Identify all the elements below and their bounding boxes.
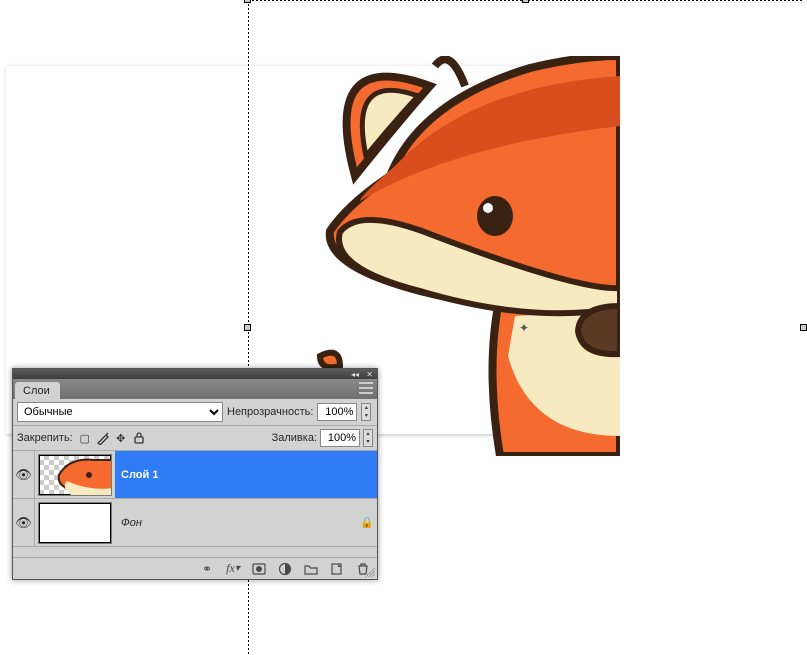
- fx-icon[interactable]: fx▾: [225, 561, 241, 577]
- layer-row[interactable]: 👁 Слой 1: [13, 451, 377, 499]
- opacity-input[interactable]: [317, 403, 357, 421]
- layer-thumbnail[interactable]: [38, 454, 112, 496]
- adjustment-icon[interactable]: [277, 561, 293, 577]
- panel-close-icon[interactable]: ✕: [366, 370, 373, 379]
- layers-list: 👁 Слой 1 👁 Фон 🔒: [13, 451, 377, 557]
- blend-mode-select[interactable]: Обычные: [17, 402, 223, 422]
- panel-collapse-icon[interactable]: ◂◂: [351, 370, 359, 379]
- new-layer-icon[interactable]: [329, 561, 345, 577]
- lock-transparency-icon[interactable]: ▢: [78, 431, 92, 445]
- eye-icon: 👁: [15, 515, 32, 531]
- lock-fill-row: Закрепить: ▢ ✥ Заливка: ▴▾: [13, 426, 377, 451]
- panel-resize-grip[interactable]: [365, 567, 375, 577]
- visibility-toggle[interactable]: 👁: [13, 451, 35, 498]
- group-icon[interactable]: [303, 561, 319, 577]
- layers-panel: ◂◂ ✕ Слои Обычные Непрозрачность: ▴▾ Зак…: [12, 368, 378, 580]
- layer-lock-icon: 🔒: [357, 516, 377, 529]
- panel-menu-icon[interactable]: [359, 382, 373, 394]
- lock-position-icon[interactable]: ✥: [114, 431, 128, 445]
- fill-stepper[interactable]: ▴▾: [363, 429, 373, 447]
- lock-pixels-icon[interactable]: [96, 431, 110, 445]
- layer-row[interactable]: 👁 Фон 🔒: [13, 499, 377, 547]
- visibility-toggle[interactable]: 👁: [13, 499, 35, 546]
- panel-title-bar[interactable]: ◂◂ ✕: [13, 369, 377, 379]
- transform-handle-top-left[interactable]: [244, 0, 251, 3]
- layer-thumbnail[interactable]: [38, 502, 112, 544]
- layer-name[interactable]: Фон: [115, 499, 357, 546]
- panel-tabs: Слои: [13, 379, 377, 399]
- blend-opacity-row: Обычные Непрозрачность: ▴▾: [13, 399, 377, 426]
- fill-input[interactable]: [320, 429, 360, 447]
- lock-label: Закрепить:: [17, 432, 73, 444]
- layer-name[interactable]: Слой 1: [115, 451, 377, 498]
- transform-handle-mid-right[interactable]: [800, 324, 807, 331]
- eye-icon: 👁: [15, 467, 32, 483]
- mask-icon[interactable]: [251, 561, 267, 577]
- transform-handle-top-mid[interactable]: [522, 0, 529, 3]
- tab-layers[interactable]: Слои: [15, 382, 60, 399]
- lock-all-icon[interactable]: [132, 431, 146, 445]
- opacity-stepper[interactable]: ▴▾: [361, 403, 371, 421]
- panel-footer: ⚭ fx▾: [13, 557, 377, 579]
- fill-label: Заливка:: [272, 432, 317, 444]
- opacity-label: Непрозрачность:: [227, 406, 313, 418]
- link-icon[interactable]: ⚭: [199, 561, 215, 577]
